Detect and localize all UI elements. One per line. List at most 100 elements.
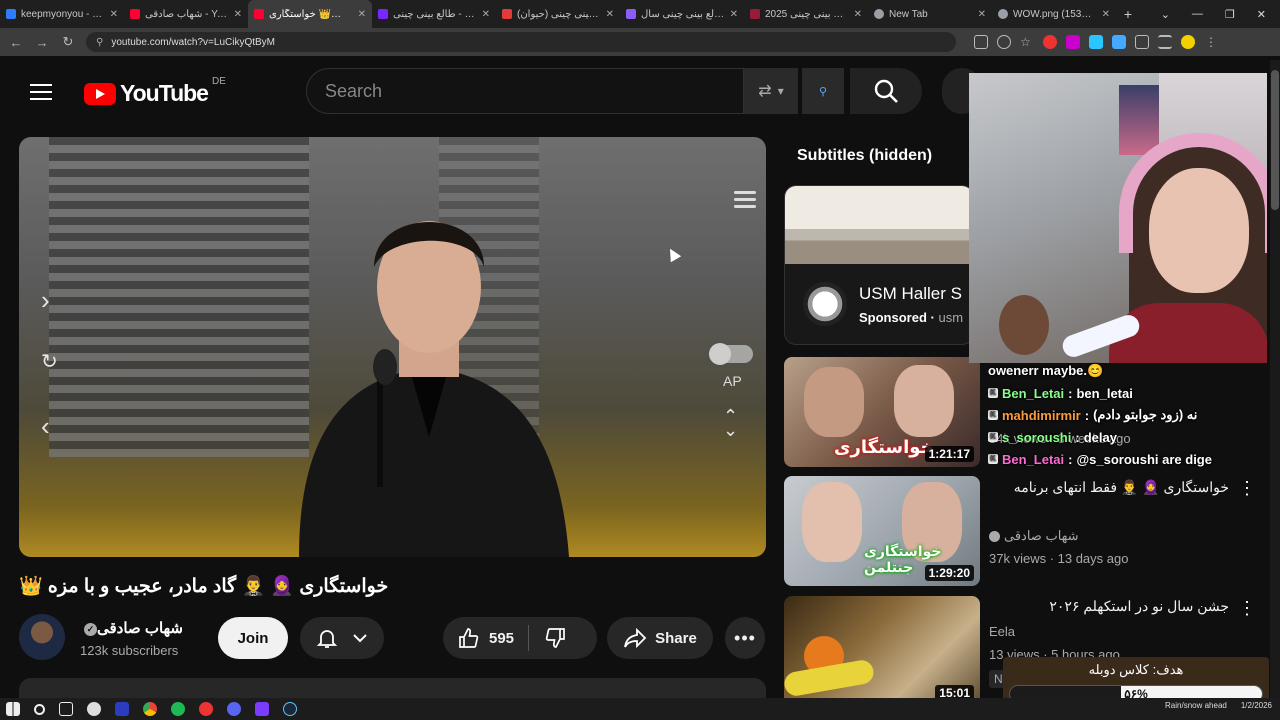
system-tray: Rain/snow ahead 1/2/2026 [1165, 701, 1272, 710]
browser-tab[interactable]: شهاب صادقی - YouTube ✕ [124, 0, 248, 28]
search-input[interactable]: Search [306, 68, 744, 114]
video-channel-row: شهاب صادقی [989, 528, 1079, 544]
app-icon[interactable] [199, 702, 213, 716]
more-vert-icon[interactable]: ⋮ [1238, 479, 1256, 497]
video-thumbnail[interactable]: خواستگاری 1:21:17 [784, 357, 980, 467]
close-tab-icon[interactable]: ✕ [730, 9, 738, 20]
join-button[interactable]: Join [218, 617, 288, 659]
chat-username: s_soroushi [1002, 429, 1072, 445]
browser-tab[interactable]: طالع بینی چینی - ults ✕ [372, 0, 496, 28]
stream-chat-overlay: owenerr maybe.😊 K Ben_Letai: ben_letai Kma… [988, 360, 1228, 520]
chevron-left-icon[interactable]: ‹ [41, 411, 50, 442]
zoom-icon[interactable] [997, 35, 1011, 49]
video-thumbnail[interactable]: خواستگاری جنتلمن 1:29:20 [784, 476, 980, 586]
channel-name-row[interactable]: شهاب صادقی✓ [80, 619, 183, 637]
chevron-down-icon [353, 634, 367, 643]
back-icon[interactable]: ← [8, 35, 24, 50]
playlist-menu-icon[interactable] [730, 187, 760, 213]
new-tab-button[interactable]: + [1116, 6, 1140, 22]
extension-icon[interactable] [1112, 35, 1126, 49]
bookmark-star-icon[interactable]: ☆ [1020, 35, 1034, 49]
site-info-icon[interactable]: ⚲ [96, 37, 103, 48]
menu-icon[interactable]: ⋮ [1204, 35, 1218, 49]
hamburger-menu-icon[interactable] [30, 84, 52, 100]
browser-tab[interactable]: WOW.png (1536×10 ✕ [992, 0, 1116, 28]
restore-icon[interactable]: ❐ [1225, 8, 1235, 21]
close-tab-icon[interactable]: ✕ [110, 9, 118, 20]
captions-search-button[interactable]: ⚲ [802, 68, 844, 114]
browser-tab-active[interactable]: خواستگاری 👑🧕🤵‍♂️ ✕ [248, 0, 372, 28]
install-icon[interactable] [974, 35, 988, 49]
dislike-button[interactable] [529, 627, 583, 649]
replay-icon[interactable]: ↻ [41, 349, 58, 374]
windows-taskbar: Rain/snow ahead 1/2/2026 [0, 698, 1280, 720]
task-view-icon[interactable] [59, 702, 73, 716]
channel-name[interactable]: شهاب صادقی [97, 620, 183, 637]
clock-date[interactable]: 1/2/2026 [1241, 701, 1272, 710]
app-icon[interactable] [255, 702, 269, 716]
tab-favicon [378, 9, 388, 19]
close-tab-icon[interactable]: ✕ [1102, 9, 1110, 20]
close-window-icon[interactable]: ✕ [1257, 8, 1266, 21]
tab-search-icon[interactable]: ⌄ [1161, 8, 1170, 21]
extension-icon[interactable] [1066, 35, 1080, 49]
chat-text: owenerr maybe.😊 [988, 363, 1104, 378]
forward-icon[interactable]: → [34, 35, 50, 50]
subscribe-bell-button[interactable] [300, 617, 384, 659]
channel-avatar[interactable] [19, 614, 65, 660]
reload-icon[interactable]: ↻ [60, 34, 76, 50]
video-channel[interactable]: Eela [989, 624, 1015, 639]
weather-text[interactable]: Rain/snow ahead [1165, 701, 1227, 710]
video-thumbnail[interactable]: 15:01 [784, 596, 980, 706]
chevron-right-icon[interactable]: › [41, 285, 50, 316]
browser-tab[interactable]: طالع بینی چینی 2025 ✕ [744, 0, 868, 28]
close-tab-icon[interactable]: ✕ [978, 9, 986, 20]
thumbs-down-icon [545, 628, 565, 648]
close-tab-icon[interactable]: ✕ [234, 9, 242, 20]
browser-tab[interactable]: keepmyonyou - 7TV ✕ [0, 0, 124, 28]
expand-collapse-icon[interactable]: ⌃ ⌄ [723, 407, 738, 439]
more-actions-button[interactable]: ••• [725, 617, 765, 659]
chrome-icon[interactable] [143, 702, 157, 716]
translate-button[interactable]: ⇄ ▾ [744, 68, 798, 114]
profile-avatar-icon[interactable] [1181, 35, 1195, 49]
reading-list-icon[interactable] [1158, 35, 1172, 49]
app-icon[interactable] [87, 702, 101, 716]
share-button[interactable]: Share [607, 617, 713, 659]
chevron-down-icon: ▾ [777, 84, 784, 98]
like-button[interactable]: 595 [443, 625, 530, 651]
search-icon[interactable] [34, 703, 45, 715]
browser-tab[interactable]: طالع بینی چینی سال ✕ [620, 0, 744, 28]
logo-text: YouTube [120, 80, 209, 106]
more-vert-icon[interactable]: ⋮ [1238, 599, 1256, 617]
kick-badge-icon: K [988, 432, 998, 442]
steam-icon[interactable] [283, 702, 297, 716]
video-player[interactable]: › ↻ ‹ AP ⌃ ⌄ [19, 137, 766, 557]
kick-badge-icon: K [988, 454, 998, 464]
browser-tab[interactable]: New Tab ✕ [868, 0, 992, 28]
close-tab-icon[interactable]: ✕ [482, 9, 490, 20]
browser-tab-bar: keepmyonyou - 7TV ✕ شهاب صادقی - YouTube ✕… [0, 0, 1280, 28]
extension-icon[interactable] [1089, 35, 1103, 49]
search-button[interactable] [850, 68, 922, 114]
video-title-small[interactable]: جشن سال نو در استکهلم ۲۰۲۶ [989, 598, 1229, 615]
puzzle-icon[interactable] [1135, 35, 1149, 49]
close-tab-icon[interactable]: ✕ [606, 9, 614, 20]
url-field[interactable]: ⚲ youtube.com/watch?v=LuCikyQtByM [86, 32, 956, 52]
youtube-logo[interactable]: YouTube DE [84, 76, 226, 107]
autoplay-toggle[interactable] [709, 343, 753, 365]
extension-icon[interactable] [1043, 35, 1057, 49]
scrollbar-thumb[interactable] [1271, 70, 1279, 210]
windows-start-icon[interactable] [6, 702, 20, 716]
browser-tab[interactable]: طالع بینی چینی (حیوان) ✕ [496, 0, 620, 28]
tab-label: طالع بینی چینی - ults [393, 8, 477, 20]
close-tab-icon[interactable]: ✕ [358, 9, 366, 20]
description-box[interactable] [19, 678, 766, 698]
ad-card[interactable]: USM Haller S Sponsored · usm [784, 185, 974, 345]
minimize-icon[interactable]: — [1192, 8, 1203, 21]
video-channel[interactable]: شهاب صادقی [1004, 528, 1079, 543]
app-icon[interactable] [115, 702, 129, 716]
close-tab-icon[interactable]: ✕ [854, 9, 862, 20]
discord-icon[interactable] [227, 702, 241, 716]
spotify-icon[interactable] [171, 702, 185, 716]
